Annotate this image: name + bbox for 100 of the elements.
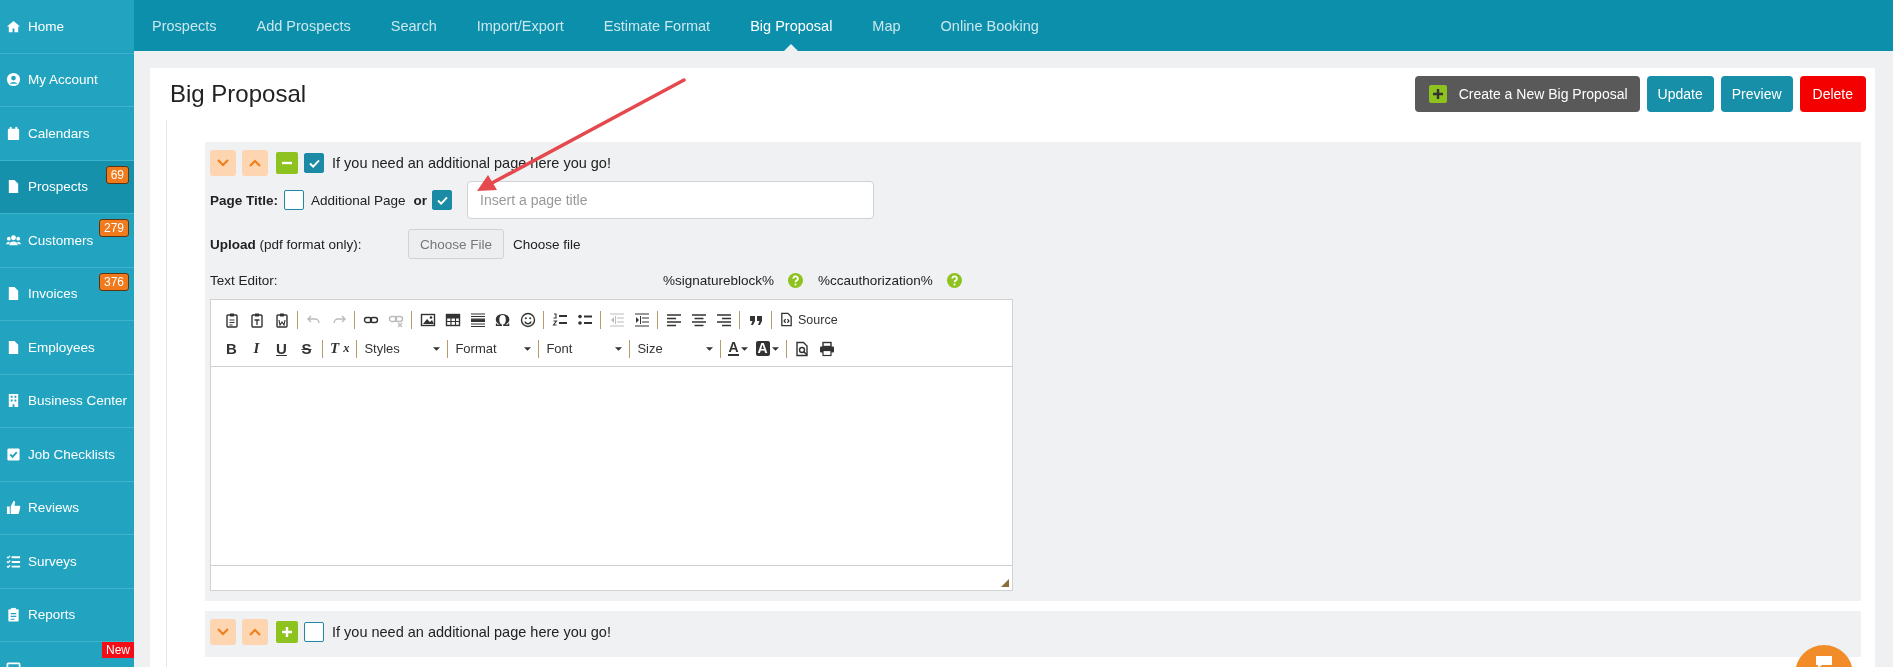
document-icon bbox=[6, 286, 21, 302]
action-button[interactable]: Preview bbox=[1720, 76, 1793, 112]
clipboard-icon bbox=[273, 311, 290, 328]
chevron-down-icon bbox=[217, 159, 229, 167]
sidebar-label: Business Center bbox=[28, 393, 128, 409]
sidebar-item[interactable]: Prospects 69 bbox=[0, 160, 134, 214]
sidebar-item[interactable]: My Account bbox=[0, 53, 134, 107]
color-menu-button[interactable]: A bbox=[751, 336, 783, 361]
nav-tab[interactable]: Prospects bbox=[152, 0, 217, 51]
clipboard-icon bbox=[6, 607, 21, 623]
toolbar-button[interactable]: Ω bbox=[490, 307, 515, 332]
home-icon bbox=[6, 18, 21, 34]
sidebar-item[interactable]: Job Checklists bbox=[0, 428, 134, 482]
checkmark-icon bbox=[308, 158, 320, 168]
field-label: Page Title: bbox=[210, 192, 279, 208]
nav-tab[interactable]: Search bbox=[390, 0, 437, 51]
delete-button[interactable]: Delete bbox=[1799, 76, 1866, 112]
users-icon bbox=[6, 232, 21, 248]
checkbox[interactable] bbox=[432, 190, 453, 210]
file-status: Choose file bbox=[513, 236, 581, 252]
or-label: or bbox=[413, 192, 428, 208]
calendar-icon bbox=[6, 125, 21, 141]
checkbox[interactable] bbox=[304, 622, 324, 642]
dropdown[interactable]: Font bbox=[542, 336, 627, 361]
align-center-icon bbox=[690, 311, 707, 328]
dropdown[interactable]: Format bbox=[451, 336, 536, 361]
choose-file-button[interactable]: Choose File bbox=[408, 229, 504, 259]
align-right-icon bbox=[715, 311, 732, 328]
page-title-field[interactable]: Insert a page title bbox=[467, 181, 875, 219]
plus-icon bbox=[281, 626, 293, 638]
toolbar-button[interactable]: U bbox=[269, 336, 294, 361]
option-label: Additional Page bbox=[311, 192, 406, 208]
sidebar-item[interactable]: Calendars bbox=[0, 107, 134, 161]
printer-icon bbox=[819, 340, 836, 357]
chevron-down-icon bbox=[217, 628, 229, 636]
nav-tab[interactable]: Big Proposal bbox=[750, 0, 833, 51]
nav-tab[interactable]: Online Booking bbox=[940, 0, 1039, 51]
nav-tab[interactable]: Import/Export bbox=[476, 0, 564, 51]
caret-icon bbox=[524, 346, 532, 351]
sidebar-label: My Account bbox=[28, 72, 98, 88]
placeholder-token: %signatureblock% bbox=[663, 272, 775, 288]
horizontal-rule-icon bbox=[469, 311, 486, 328]
help-icon bbox=[788, 272, 804, 288]
sidebar-item[interactable]: Surveys bbox=[0, 535, 134, 589]
sidebar-label: Home bbox=[28, 18, 64, 34]
document-icon bbox=[6, 179, 21, 195]
toolbar-button[interactable]: S bbox=[294, 336, 319, 361]
caret-icon bbox=[740, 346, 748, 351]
color-menu-button[interactable]: A bbox=[724, 336, 752, 361]
clipboard-icon bbox=[223, 311, 240, 328]
checklist-icon bbox=[6, 553, 21, 569]
sidebar-item[interactable]: Invoices 376 bbox=[0, 267, 134, 321]
toolbar-button[interactable]: B bbox=[219, 336, 244, 361]
source-button[interactable]: Source bbox=[775, 307, 842, 332]
numbered-list-icon bbox=[551, 311, 568, 328]
dropdown[interactable]: Styles bbox=[360, 336, 445, 361]
smiley-icon bbox=[519, 311, 536, 328]
caret-icon bbox=[615, 346, 623, 351]
nav-tab[interactable]: Map bbox=[872, 0, 901, 51]
sidebar-item[interactable]: Employees bbox=[0, 321, 134, 375]
sidebar-label: Calendars bbox=[28, 125, 90, 141]
nav-tab[interactable]: Estimate Format bbox=[603, 0, 711, 51]
align-left-icon bbox=[665, 311, 682, 328]
page-title: Big Proposal bbox=[170, 80, 307, 108]
sidebar-item[interactable]: Reports bbox=[0, 588, 134, 642]
action-button[interactable]: Update bbox=[1646, 76, 1714, 112]
checkbox[interactable] bbox=[284, 190, 305, 210]
nav-tab[interactable]: Add Prospects bbox=[256, 0, 351, 51]
resize-handle-icon bbox=[1001, 579, 1009, 587]
plus-icon bbox=[1428, 85, 1447, 103]
caret-icon bbox=[433, 346, 441, 351]
sidebar-item[interactable]: Reviews bbox=[0, 481, 134, 535]
sidebar-label: Customers bbox=[28, 232, 94, 248]
sidebar-label: Prospects bbox=[28, 179, 89, 195]
create-button[interactable]: Create a New Big Proposal bbox=[1414, 76, 1640, 112]
sidebar-item[interactable]: New bbox=[0, 642, 134, 667]
sidebar-item[interactable]: Business Center bbox=[0, 374, 134, 428]
document-search-icon bbox=[794, 340, 811, 357]
building-icon bbox=[6, 393, 21, 409]
clipboard-icon bbox=[248, 311, 265, 328]
document-icon bbox=[6, 339, 21, 355]
sidebar-label: Job Checklists bbox=[28, 446, 116, 462]
toggle-button[interactable] bbox=[276, 621, 298, 643]
dropdown[interactable]: Size bbox=[633, 336, 718, 361]
help-icon bbox=[946, 272, 962, 288]
new-badge: New bbox=[102, 642, 134, 658]
checkmark-icon bbox=[436, 195, 448, 205]
upload-label: Upload (pdf format only): bbox=[210, 236, 363, 252]
sidebar-label: Reviews bbox=[28, 500, 79, 516]
chevron-up-icon bbox=[249, 159, 261, 167]
sidebar-label: Reports bbox=[28, 607, 76, 623]
checkbox[interactable] bbox=[304, 153, 324, 173]
indent-icon bbox=[633, 311, 650, 328]
field-label: Text Editor: bbox=[210, 272, 279, 288]
caret-icon bbox=[771, 346, 779, 351]
document-code-icon bbox=[779, 312, 794, 327]
toggle-button[interactable] bbox=[276, 152, 298, 174]
user-circle-icon bbox=[6, 72, 21, 88]
sidebar-item[interactable]: Customers 279 bbox=[0, 214, 134, 268]
toolbar-button[interactable]: I bbox=[244, 336, 269, 361]
